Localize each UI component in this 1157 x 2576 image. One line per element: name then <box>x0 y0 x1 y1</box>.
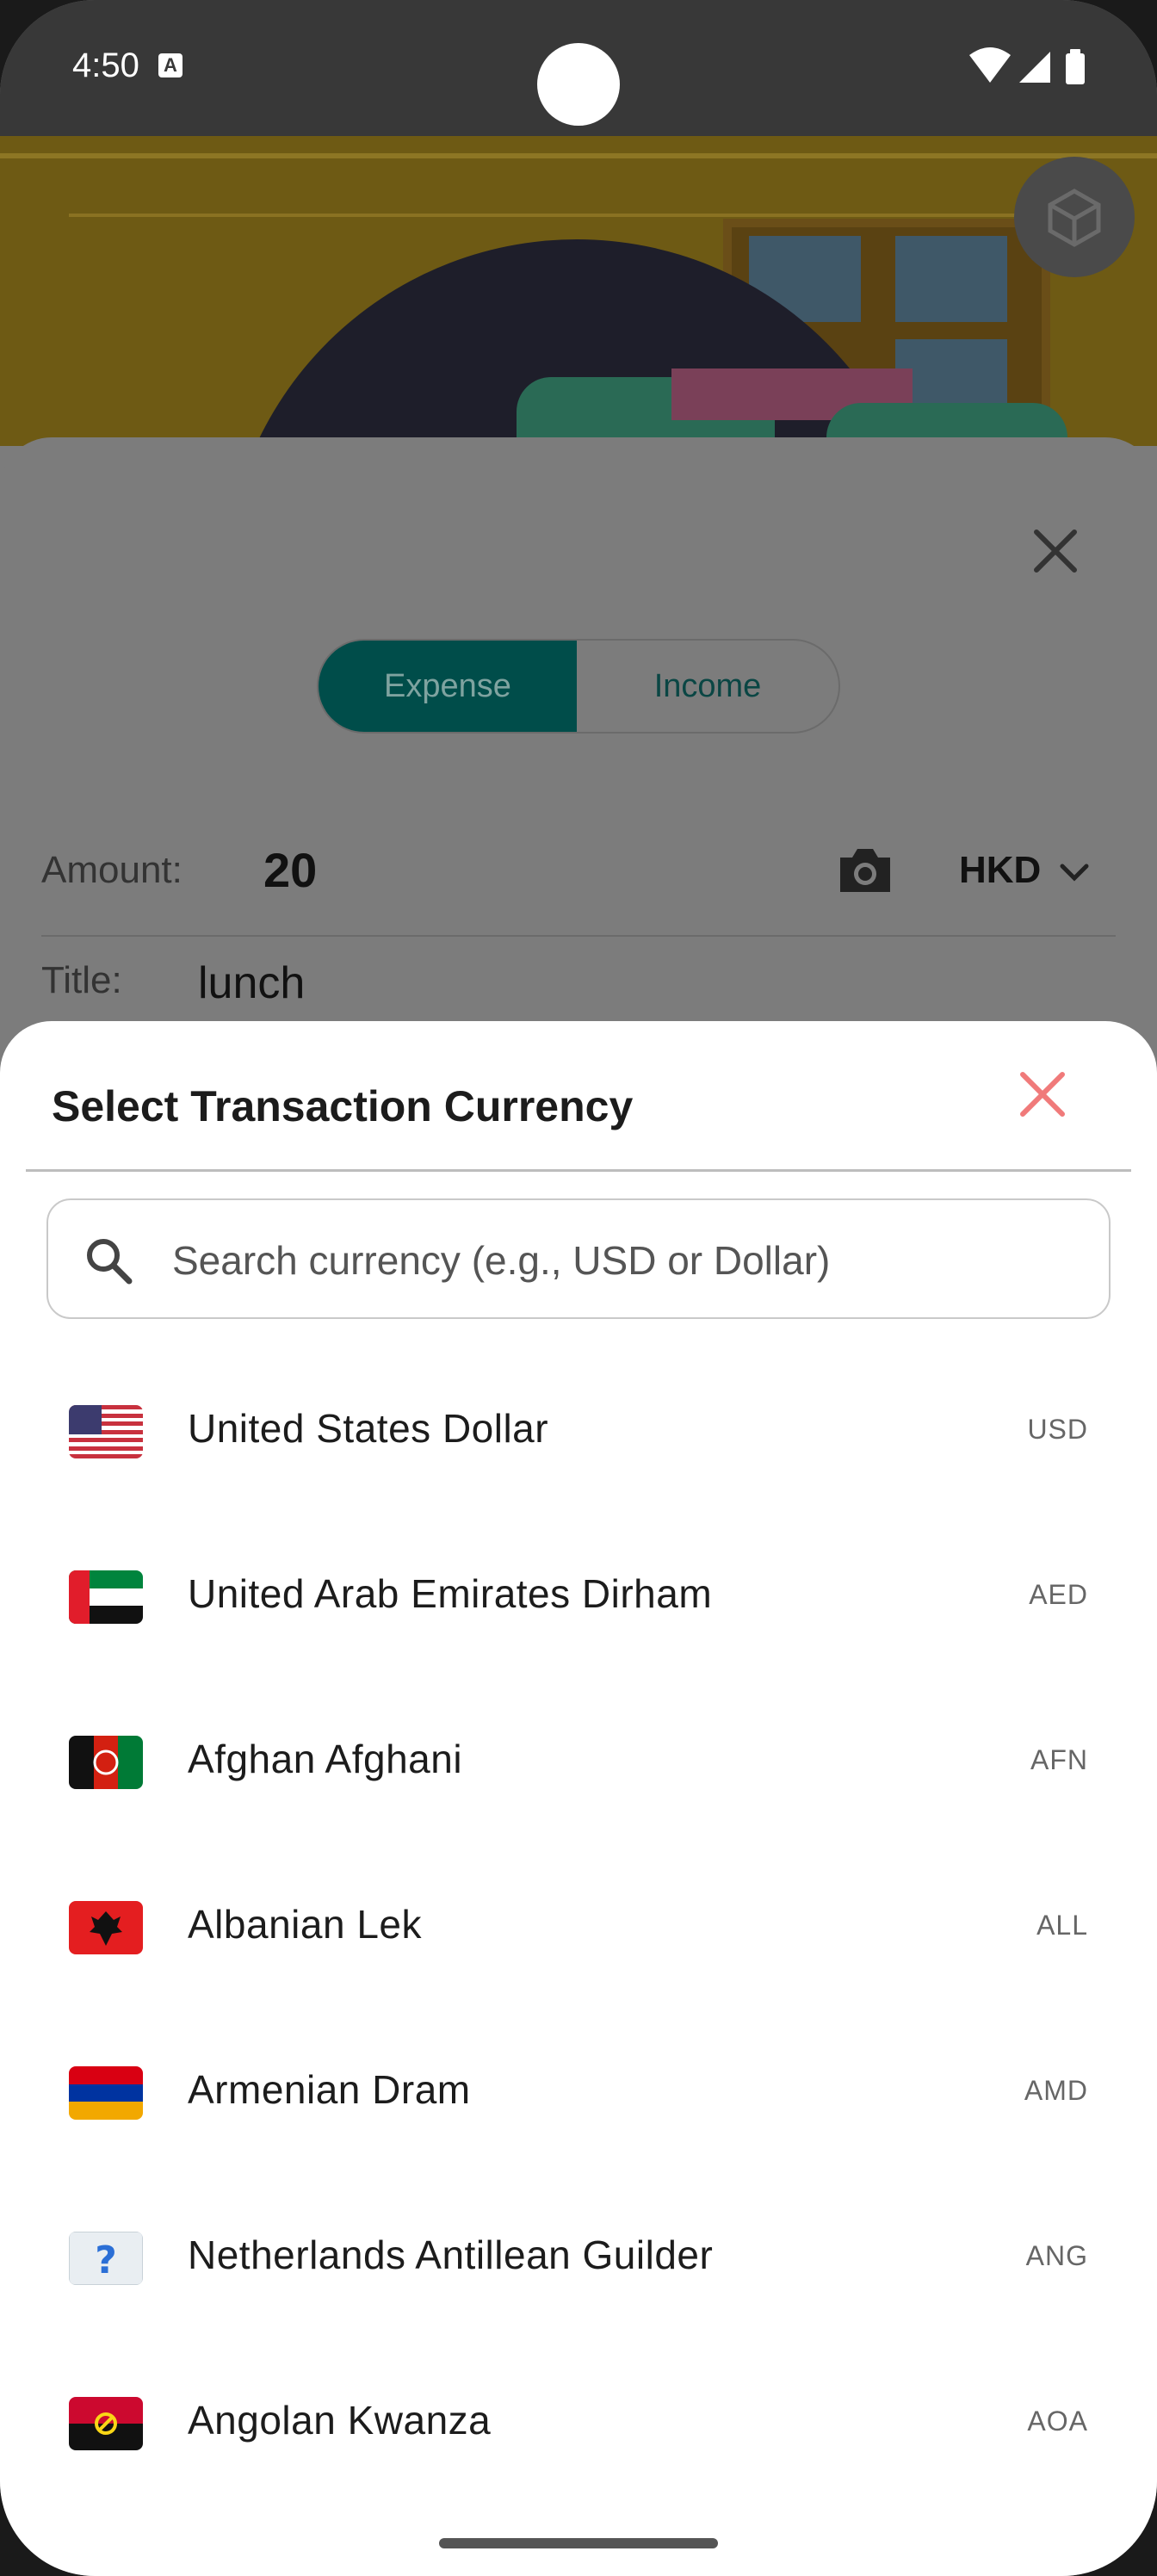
amount-field[interactable]: 20 <box>263 842 317 898</box>
currency-name: Angolan Kwanza <box>188 2398 492 2443</box>
currency-name: Afghan Afghani <box>188 1737 463 1781</box>
wifi-icon <box>969 47 1011 83</box>
status-time: 4:50 <box>72 46 139 84</box>
ar-view-button[interactable] <box>1014 157 1135 277</box>
search-icon <box>87 1239 133 1285</box>
currency-code: ALL <box>1036 1910 1088 1941</box>
cube-icon <box>1048 189 1101 247</box>
status-icons <box>968 46 1097 90</box>
currency-name: Albanian Lek <box>188 1902 422 1947</box>
income-toggle[interactable]: Income <box>577 641 838 732</box>
cellular-signal-icon <box>1019 52 1050 83</box>
currency-name: United Arab Emirates Dirham <box>188 1571 713 1616</box>
currency-bottom-sheet: Select Transaction Currency Search curre… <box>0 1021 1157 2576</box>
al-flag-icon <box>69 1901 143 1954</box>
currency-list: United States Dollar USD United Arab Emi… <box>0 1343 1157 2500</box>
camera-cutout <box>537 43 620 126</box>
status-bar: 4:50 A <box>0 0 1157 136</box>
currency-item-ang[interactable]: ? Netherlands Antillean Guilder ANG <box>0 2170 1157 2335</box>
currency-item-amd[interactable]: Armenian Dram AMD <box>0 2004 1157 2170</box>
camera-icon[interactable] <box>837 845 894 895</box>
home-indicator[interactable] <box>439 2538 718 2548</box>
transaction-type-toggle: Expense Income <box>317 639 840 734</box>
currency-search-input[interactable] <box>170 1226 1086 1295</box>
notification-icon: A <box>158 53 183 77</box>
title-label: Title: <box>41 959 122 1001</box>
close-sheet-icon[interactable] <box>1014 1066 1071 1123</box>
amount-label: Amount: <box>41 849 183 891</box>
am-flag-icon <box>69 2066 143 2120</box>
currency-code: AMD <box>1024 2075 1088 2106</box>
chevron-down-icon[interactable] <box>1055 859 1093 885</box>
divider <box>26 1169 1131 1172</box>
divider <box>41 935 1116 937</box>
title-field[interactable]: lunch <box>198 957 305 1009</box>
currency-item-usd[interactable]: United States Dollar USD <box>0 1343 1157 1508</box>
expense-toggle[interactable]: Expense <box>319 641 577 732</box>
battery-icon <box>1066 49 1085 84</box>
af-flag-icon <box>69 1736 143 1789</box>
us-flag-icon <box>69 1405 143 1458</box>
currency-code: AED <box>1029 1579 1088 1610</box>
room-ceiling-line <box>0 153 1157 158</box>
currency-item-aed[interactable]: United Arab Emirates Dirham AED <box>0 1508 1157 1674</box>
ae-flag-icon <box>69 1570 143 1624</box>
svg-text:?: ? <box>95 2239 117 2282</box>
currency-name: United States Dollar <box>188 1406 549 1451</box>
currency-code: ANG <box>1025 2240 1088 2271</box>
question-flag-icon: ? <box>69 2232 143 2285</box>
currency-search-box[interactable] <box>46 1198 1111 1319</box>
close-icon[interactable] <box>1024 520 1086 582</box>
currency-code: USD <box>1027 1414 1088 1445</box>
ao-flag-icon <box>69 2397 143 2450</box>
currency-code: AFN <box>1030 1744 1088 1775</box>
currency-name: Armenian Dram <box>188 2067 471 2112</box>
currency-item-aoa[interactable]: Angolan Kwanza AOA <box>0 2335 1157 2500</box>
phone-screen: 4:50 A Expense Income Amount: 20 HKD Tit… <box>0 0 1157 2576</box>
currency-name: Netherlands Antillean Guilder <box>188 2232 714 2277</box>
currency-item-all[interactable]: Albanian Lek ALL <box>0 1839 1157 2004</box>
game-scene-background <box>0 136 1157 446</box>
currency-item-afn[interactable]: Afghan Afghani AFN <box>0 1674 1157 1839</box>
currency-selector[interactable]: HKD <box>959 849 1041 892</box>
sheet-title: Select Transaction Currency <box>52 1082 634 1130</box>
room-wall-line <box>69 214 1067 217</box>
currency-code: AOA <box>1027 2406 1088 2437</box>
